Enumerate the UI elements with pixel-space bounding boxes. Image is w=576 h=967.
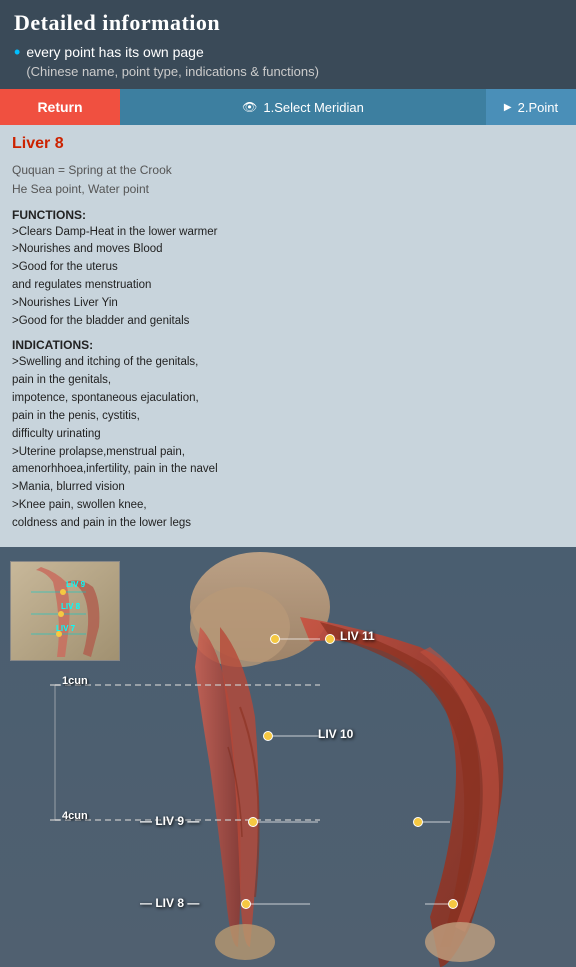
point-subtitle-line2: He Sea point, Water point xyxy=(12,180,564,199)
indications-section: INDICATIONS: >Swelling and itching of th… xyxy=(12,338,564,532)
thumbnail-svg xyxy=(11,562,120,661)
thumbnail-inner: LIV 9 LIV 8 LIV 7 xyxy=(11,562,119,660)
liv11-label: LIV 11 xyxy=(340,629,375,643)
header: Detailed information • every point has i… xyxy=(0,0,576,89)
point-subtitle-line1: Ququan = Spring at the Crook xyxy=(12,161,564,180)
liv10-dot[interactable] xyxy=(263,731,273,741)
subtitle-line1: every point has its own page xyxy=(26,42,319,63)
point-subtitle: Ququan = Spring at the Crook He Sea poin… xyxy=(12,161,564,199)
liv10-label: LIV 10 xyxy=(318,727,353,741)
functions-section: FUNCTIONS: >Clears Damp-Heat in the lowe… xyxy=(12,208,564,331)
functions-header: FUNCTIONS: xyxy=(12,208,564,222)
liv8-left-label: — LIV 8 — xyxy=(140,896,199,910)
navbar: Return 👁 1.Select Meridian ▶ 2.Point xyxy=(0,89,576,125)
functions-body: >Clears Damp-Heat in the lower warmer>No… xyxy=(12,224,564,331)
point-title: Liver 8 xyxy=(12,135,564,153)
eye-icon: 👁 xyxy=(242,100,257,114)
return-button[interactable]: Return xyxy=(0,89,120,125)
liv11-dot2[interactable] xyxy=(325,634,335,644)
select-meridian-button[interactable]: 👁 1.Select Meridian xyxy=(120,89,486,125)
liv9-right-dot[interactable] xyxy=(413,817,423,827)
anatomy-image-area: LIV 9 LIV 8 LIV 7 LIV 11 LIV 10 — LIV 9 … xyxy=(0,547,576,967)
indications-body: >Swelling and itching of the genitals,pa… xyxy=(12,354,564,532)
liv9-left-label: — LIV 9 — xyxy=(140,814,199,828)
liv11-dot[interactable] xyxy=(270,634,280,644)
4cun-label: 4cun xyxy=(62,810,88,822)
thumbnail: LIV 9 LIV 8 LIV 7 xyxy=(10,561,120,661)
page-title: Detailed information xyxy=(14,10,562,36)
select-meridian-label: 1.Select Meridian xyxy=(263,100,363,115)
bullet-icon: • xyxy=(14,42,20,63)
liv8-right-dot[interactable] xyxy=(448,899,458,909)
1cun-label: 1cun xyxy=(62,675,88,687)
subtitle-line2: (Chinese name, point type, indications &… xyxy=(26,63,319,81)
liv9-left-dot[interactable] xyxy=(248,817,258,827)
thumb-liv9-label: LIV 9 xyxy=(66,580,85,589)
point-label: 2.Point xyxy=(518,100,558,115)
content-panel: Liver 8 Ququan = Spring at the Crook He … xyxy=(0,125,576,546)
point-button[interactable]: ▶ 2.Point xyxy=(486,89,576,125)
thumb-liv7-label: LIV 7 xyxy=(56,624,75,633)
arrow-icon: ▶ xyxy=(504,102,512,113)
liv8-left-dot[interactable] xyxy=(241,899,251,909)
thumb-liv8-label: LIV 8 xyxy=(61,602,80,611)
indications-header: INDICATIONS: xyxy=(12,338,564,352)
